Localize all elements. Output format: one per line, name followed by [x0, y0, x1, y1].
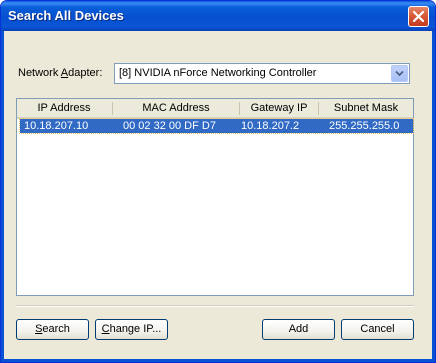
network-adapter-select[interactable]: [8] NVIDIA nForce Networking Controller [114, 63, 410, 84]
divider [16, 305, 414, 307]
close-icon [413, 11, 424, 22]
window-frame-bottom [1, 359, 435, 362]
window-frame-left [1, 31, 4, 362]
column-header-subnet[interactable]: Subnet Mask [319, 99, 413, 117]
chevron-down-icon [395, 70, 404, 77]
device-list-header: IP Address MAC Address Gateway IP Subnet… [17, 99, 413, 119]
device-list[interactable]: IP Address MAC Address Gateway IP Subnet… [16, 98, 414, 296]
network-adapter-label: Network Adapter: [18, 67, 102, 79]
column-header-mac[interactable]: MAC Address [113, 99, 239, 117]
cell-ip: 10.18.207.10 [24, 120, 89, 132]
title-bar[interactable]: Search All Devices [1, 1, 435, 31]
cell-gateway: 10.18.207.2 [241, 120, 300, 132]
search-devices-dialog: Search All Devices Network Adapter: [8] … [0, 0, 436, 363]
change-ip-button[interactable]: Change IP... [95, 319, 168, 340]
table-row[interactable]: 10.18.207.10 00 02 32 00 DF D7 10.18.207… [19, 118, 414, 134]
change-ip-button-accel: C [101, 323, 110, 335]
network-adapter-label-post: dapter: [68, 67, 103, 79]
change-ip-button-label: hange IP... [109, 323, 162, 335]
window-title: Search All Devices [8, 8, 124, 23]
search-button[interactable]: Search [16, 319, 89, 340]
close-button[interactable] [408, 6, 429, 27]
window-frame-right [432, 31, 435, 362]
add-button[interactable]: Add [262, 319, 335, 340]
cancel-button[interactable]: Cancel [341, 319, 414, 340]
search-button-label: earch [42, 323, 70, 335]
network-adapter-label-pre: Network [18, 67, 61, 79]
column-header-gateway[interactable]: Gateway IP [240, 99, 318, 117]
network-adapter-value: [8] NVIDIA nForce Networking Controller [119, 67, 317, 79]
cell-subnet: 255.255.255.0 [329, 120, 400, 132]
cell-mac: 00 02 32 00 DF D7 [123, 120, 216, 132]
column-header-ip[interactable]: IP Address [17, 99, 111, 117]
dropdown-button[interactable] [391, 65, 408, 82]
